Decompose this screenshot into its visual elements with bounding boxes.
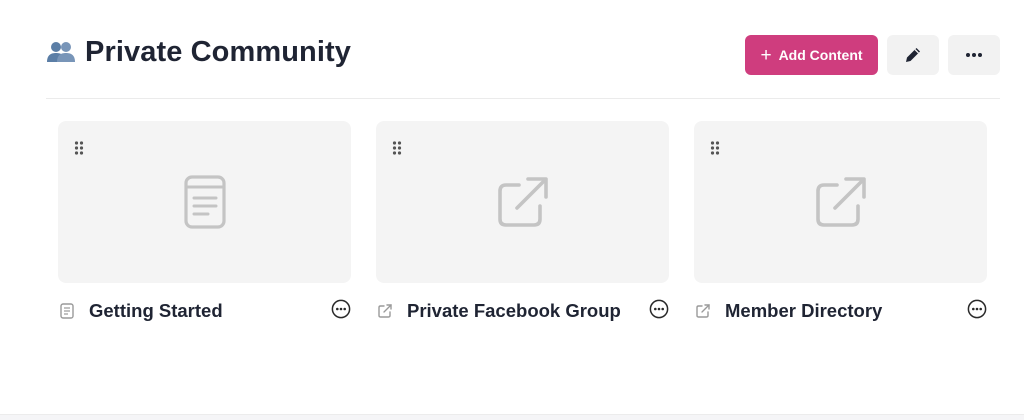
plus-icon: +: [760, 44, 772, 66]
card-meta: Member Directory: [694, 291, 987, 331]
card-meta: Getting Started: [58, 291, 351, 331]
page-title: Private Community: [85, 35, 351, 68]
card-thumbnail[interactable]: [58, 121, 351, 283]
more-options-icon[interactable]: [331, 299, 351, 319]
header-divider: [46, 98, 1000, 99]
external-link-icon: [497, 177, 548, 227]
card-thumbnail[interactable]: [376, 121, 669, 283]
external-link-icon: [694, 302, 712, 320]
drag-handle-icon[interactable]: [710, 141, 720, 155]
card-title[interactable]: Getting Started: [89, 300, 223, 322]
more-options-icon[interactable]: [649, 299, 669, 319]
card-meta: Private Facebook Group: [376, 291, 669, 331]
card-thumbnail[interactable]: [694, 121, 987, 283]
drag-handle-icon[interactable]: [74, 141, 84, 155]
card-title[interactable]: Member Directory: [725, 300, 882, 322]
add-content-button[interactable]: + Add Content: [745, 35, 878, 75]
header-actions: + Add Content: [745, 35, 1000, 75]
external-link-icon: [815, 177, 866, 227]
page-bottom-edge: [0, 414, 1024, 420]
edit-button[interactable]: [887, 35, 939, 75]
title-group: Private Community: [46, 34, 351, 70]
add-content-label: Add Content: [778, 47, 863, 63]
card-title[interactable]: Private Facebook Group: [407, 300, 621, 322]
ellipsis-icon: [966, 53, 982, 57]
people-icon: [47, 42, 75, 62]
content-card-private-facebook-group[interactable]: Private Facebook Group: [376, 121, 669, 331]
more-options-icon[interactable]: [967, 299, 987, 319]
page-header: Private Community + Add Content: [46, 34, 1000, 76]
content-card-getting-started[interactable]: Getting Started: [58, 121, 351, 331]
pencil-icon: [906, 48, 920, 62]
content-card-member-directory[interactable]: Member Directory: [694, 121, 987, 331]
drag-handle-icon[interactable]: [392, 141, 402, 155]
external-link-icon: [376, 302, 394, 320]
document-icon: [183, 175, 226, 229]
document-icon: [58, 302, 76, 320]
more-options-button[interactable]: [948, 35, 1000, 75]
